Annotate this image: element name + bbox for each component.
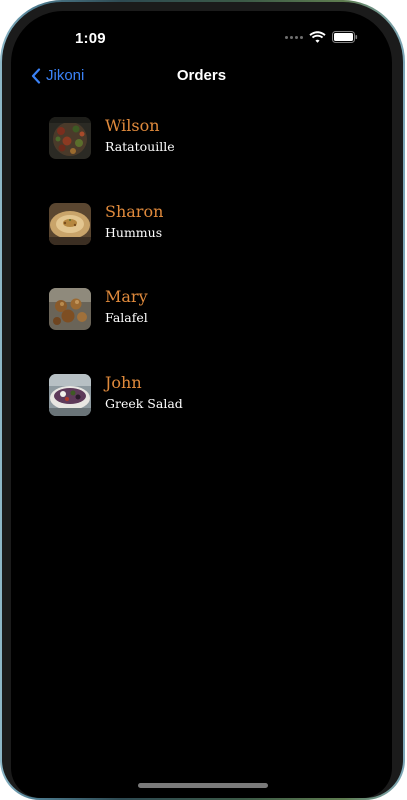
hummus-photo [49, 202, 91, 245]
customer-name: Wilson [105, 116, 160, 135]
dish-name: Greek Salad [105, 395, 183, 411]
customer-name: John [105, 372, 142, 392]
dish-name: Hummus [105, 224, 163, 240]
greek-salad-photo [49, 373, 91, 416]
order-row-sharon[interactable]: Sharon Hummus [49, 201, 369, 245]
order-row-mary[interactable]: Mary Falafel [49, 286, 369, 330]
status-time: 1:09 [75, 30, 106, 47]
navigation-bar: Jikoni Orders [11, 65, 392, 89]
customer-name: Sharon [105, 201, 164, 221]
ratatouille-photo [49, 117, 91, 159]
order-row-john[interactable]: John Greek Salad [49, 372, 369, 416]
order-row-wilson[interactable]: Wilson Ratatouille [49, 115, 369, 159]
battery-icon [332, 31, 358, 43]
status-indicators [285, 31, 358, 43]
dish-name: Ratatouille [105, 139, 175, 154]
falafel-photo [49, 288, 91, 330]
cellular-signal-icon [285, 35, 303, 39]
dish-name: Falafel [105, 310, 148, 325]
wifi-icon [309, 31, 326, 43]
page-title: Orders [176, 67, 227, 84]
customer-name: Mary [105, 287, 148, 306]
phone-screen: 1:09 Jikoni Orders Wilson Ratatouille Sh… [11, 11, 392, 798]
home-indicator[interactable] [138, 783, 268, 788]
orders-list: Wilson Ratatouille Sharon Hummus Mary Fa… [49, 115, 369, 457]
